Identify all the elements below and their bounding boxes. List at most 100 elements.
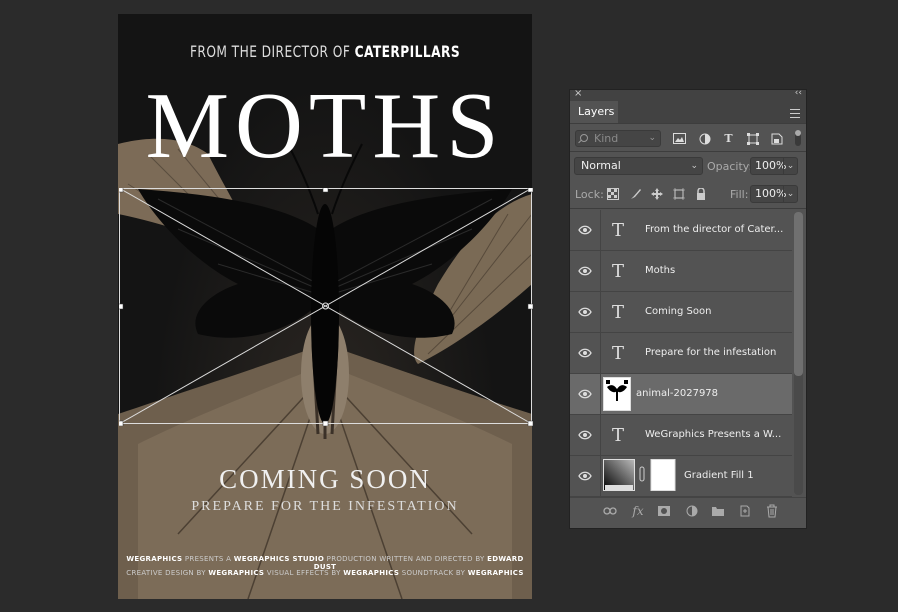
text-layer-icon: T — [612, 220, 625, 241]
transform-handle-left[interactable] — [119, 303, 124, 310]
transform-handle-top-right[interactable] — [527, 188, 533, 193]
row-divider — [600, 210, 601, 250]
layer-mask-icon[interactable] — [657, 504, 671, 518]
tagline-text: PREPARE FOR THE INFESTATION — [191, 499, 459, 514]
divider — [570, 151, 806, 152]
transform-handle-bottom-left[interactable] — [119, 420, 124, 426]
transform-handle-bottom[interactable] — [322, 420, 329, 426]
pre-title-bold: CATERPILLARS — [354, 42, 461, 61]
gradient-fill-thumbnail[interactable] — [603, 459, 681, 493]
blend-mode-select[interactable]: Normal ⌄ — [574, 157, 703, 175]
fill-label: Fill: — [730, 188, 749, 201]
adjustment-layer-icon[interactable] — [685, 504, 699, 518]
transform-handle-top-left[interactable] — [119, 188, 124, 193]
lock-image-icon[interactable] — [630, 188, 642, 200]
delete-icon[interactable] — [765, 504, 779, 518]
layer-name[interactable]: From the director of Cater... — [645, 224, 783, 235]
fill-field[interactable]: 100% ⌄ — [750, 185, 798, 203]
fill-value: 100% — [755, 187, 787, 200]
divider — [570, 208, 806, 209]
chevron-down-icon: ⌄ — [648, 133, 656, 143]
credit-name: WEGRAPHICS — [343, 569, 400, 577]
layer-name[interactable]: Prepare for the infestation — [645, 347, 776, 358]
close-icon[interactable]: × — [574, 88, 582, 99]
credit-text: PRODUCTION WRITTEN AND DIRECTED BY — [324, 555, 488, 563]
credits-line-2: CREATIVE DESIGN BY WEGRAPHICS VISUAL EFF… — [118, 569, 532, 577]
credit-name: WEGRAPHICS — [208, 569, 265, 577]
layer-style-icon[interactable]: fx — [631, 504, 645, 518]
layer-row[interactable]: T Moths — [570, 251, 792, 292]
layers-scrollbar-thumb[interactable] — [794, 212, 803, 376]
coming-soon-text: COMING SOON — [219, 464, 431, 494]
shape-filter-icon[interactable] — [746, 133, 759, 145]
chevron-down-icon[interactable]: ⌄ — [783, 158, 797, 174]
layer-row[interactable]: Gradient Fill 1 — [570, 456, 792, 497]
panel-tab-row: Layers — [570, 101, 806, 123]
layer-name[interactable]: animal-2027978 — [636, 388, 718, 399]
lock-position-icon[interactable] — [651, 188, 663, 200]
image-filter-icon[interactable] — [673, 133, 686, 144]
visibility-eye-icon[interactable] — [578, 265, 592, 277]
transform-handle-bottom-right[interactable] — [527, 420, 533, 426]
row-divider — [600, 333, 601, 373]
layer-row[interactable]: animal-2027978 — [570, 374, 792, 415]
group-icon[interactable] — [711, 504, 725, 518]
link-layers-icon[interactable] — [603, 504, 617, 518]
layer-name[interactable]: Gradient Fill 1 — [684, 470, 754, 481]
text-layer-icon: T — [612, 261, 625, 282]
text-layer-icon: T — [612, 425, 625, 446]
credit-name: WEGRAPHICS — [467, 569, 524, 577]
layer-name[interactable]: WeGraphics Presents a W... — [645, 429, 781, 440]
collapse-icon[interactable]: ‹‹ — [795, 88, 802, 98]
opacity-label: Opacity: — [707, 160, 753, 173]
credit-text: SOUNDTRACK BY — [399, 569, 468, 577]
layer-row[interactable]: T WeGraphics Presents a W... — [570, 415, 792, 456]
visibility-eye-icon[interactable] — [578, 306, 592, 318]
panel-title-bar[interactable]: × ‹‹ — [570, 88, 806, 101]
visibility-eye-icon[interactable] — [578, 470, 592, 482]
visibility-eye-icon[interactable] — [578, 224, 592, 236]
layer-row[interactable]: T From the director of Cater... — [570, 210, 792, 251]
row-divider — [600, 374, 601, 414]
panel-menu-icon[interactable] — [790, 109, 800, 118]
layer-row[interactable]: T Prepare for the infestation — [570, 333, 792, 374]
kind-placeholder: Kind — [594, 132, 619, 145]
layers-panel: × ‹‹ Layers Kind ⌄ T Normal ⌄ Opacity: 1… — [569, 88, 807, 529]
credit-name: WEGRAPHICS STUDIO — [233, 555, 325, 563]
row-divider — [600, 415, 601, 455]
blend-mode-value: Normal — [581, 159, 621, 172]
pre-title: FROM THE DIRECTOR OF CATERPILLARS — [149, 42, 501, 61]
credit-text: VISUAL EFFECTS BY — [264, 569, 344, 577]
lock-artboard-icon[interactable] — [673, 188, 685, 200]
text-layer-icon: T — [612, 302, 625, 323]
credit-text: PRESENTS A — [182, 555, 234, 563]
visibility-eye-icon[interactable] — [578, 347, 592, 359]
row-divider — [600, 456, 601, 496]
transform-handle-top[interactable] — [322, 188, 329, 193]
type-filter-icon[interactable]: T — [722, 133, 735, 144]
lock-all-icon[interactable] — [695, 187, 707, 200]
layer-name[interactable]: Moths — [645, 265, 675, 276]
layer-row[interactable]: T Coming Soon — [570, 292, 792, 333]
layer-thumbnail[interactable] — [603, 377, 631, 411]
opacity-field[interactable]: 100% ⌄ — [750, 157, 798, 175]
row-divider — [600, 292, 601, 332]
lock-transparent-icon[interactable] — [607, 188, 619, 200]
tab-layers[interactable]: Layers — [570, 101, 618, 123]
smart-object-filter-icon[interactable] — [770, 133, 783, 145]
lock-label: Lock: — [575, 188, 604, 201]
transform-handle-right[interactable] — [527, 303, 533, 310]
visibility-eye-icon[interactable] — [578, 388, 592, 400]
chevron-down-icon[interactable]: ⌄ — [783, 186, 797, 202]
adjustment-filter-icon[interactable] — [698, 133, 711, 145]
layers-list[interactable]: T From the director of Cater... T Moths T Com… — [570, 210, 792, 497]
free-transform-box[interactable] — [119, 188, 533, 426]
new-layer-icon[interactable] — [738, 504, 752, 518]
main-title: MOTHS — [145, 74, 505, 178]
filter-kind-select[interactable]: Kind ⌄ — [575, 130, 661, 147]
visibility-eye-icon[interactable] — [578, 429, 592, 441]
credit-text: CREATIVE DESIGN BY — [126, 569, 209, 577]
chevron-down-icon: ⌄ — [690, 161, 698, 171]
layer-name[interactable]: Coming Soon — [645, 306, 711, 317]
filter-toggle[interactable] — [795, 130, 801, 146]
